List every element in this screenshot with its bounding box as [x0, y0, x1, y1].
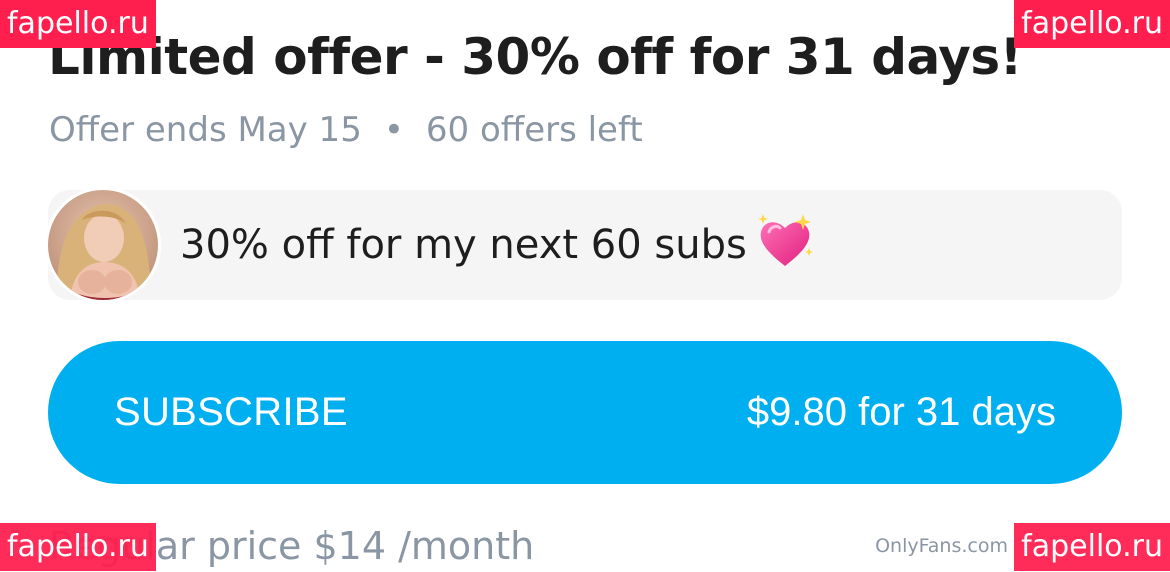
- watermark-bottom-left: fapello.ru: [0, 523, 156, 571]
- watermark-top-right: fapello.ru: [1014, 0, 1170, 48]
- watermark-top-left: fapello.ru: [0, 0, 156, 48]
- offer-meta: Offer ends May 15 • 60 offers left: [49, 104, 643, 156]
- sparkling-heart-icon: [757, 214, 813, 266]
- onlyfans-brand-text: OnlyFans.com: [875, 535, 1008, 557]
- creator-message: 30% off for my next 60 subs: [48, 190, 1122, 300]
- subscribe-button[interactable]: SUBSCRIBE $9.80 for 31 days: [48, 341, 1122, 484]
- message-text: 30% off for my next 60 subs: [180, 222, 747, 268]
- subscribe-price: $9.80 for 31 days: [746, 390, 1056, 434]
- offers-left-text: 60 offers left: [425, 110, 643, 150]
- message-text-row: 30% off for my next 60 subs: [180, 190, 815, 300]
- subscribe-label: SUBSCRIBE: [114, 390, 348, 434]
- offer-title: Limited offer - 30% off for 31 days!: [48, 28, 1022, 86]
- avatar-image: [48, 190, 158, 300]
- offer-ends-text: Offer ends May 15: [49, 110, 362, 150]
- meta-separator: •: [383, 110, 404, 150]
- avatar[interactable]: [48, 190, 158, 300]
- watermark-bottom-right: fapello.ru: [1014, 523, 1170, 571]
